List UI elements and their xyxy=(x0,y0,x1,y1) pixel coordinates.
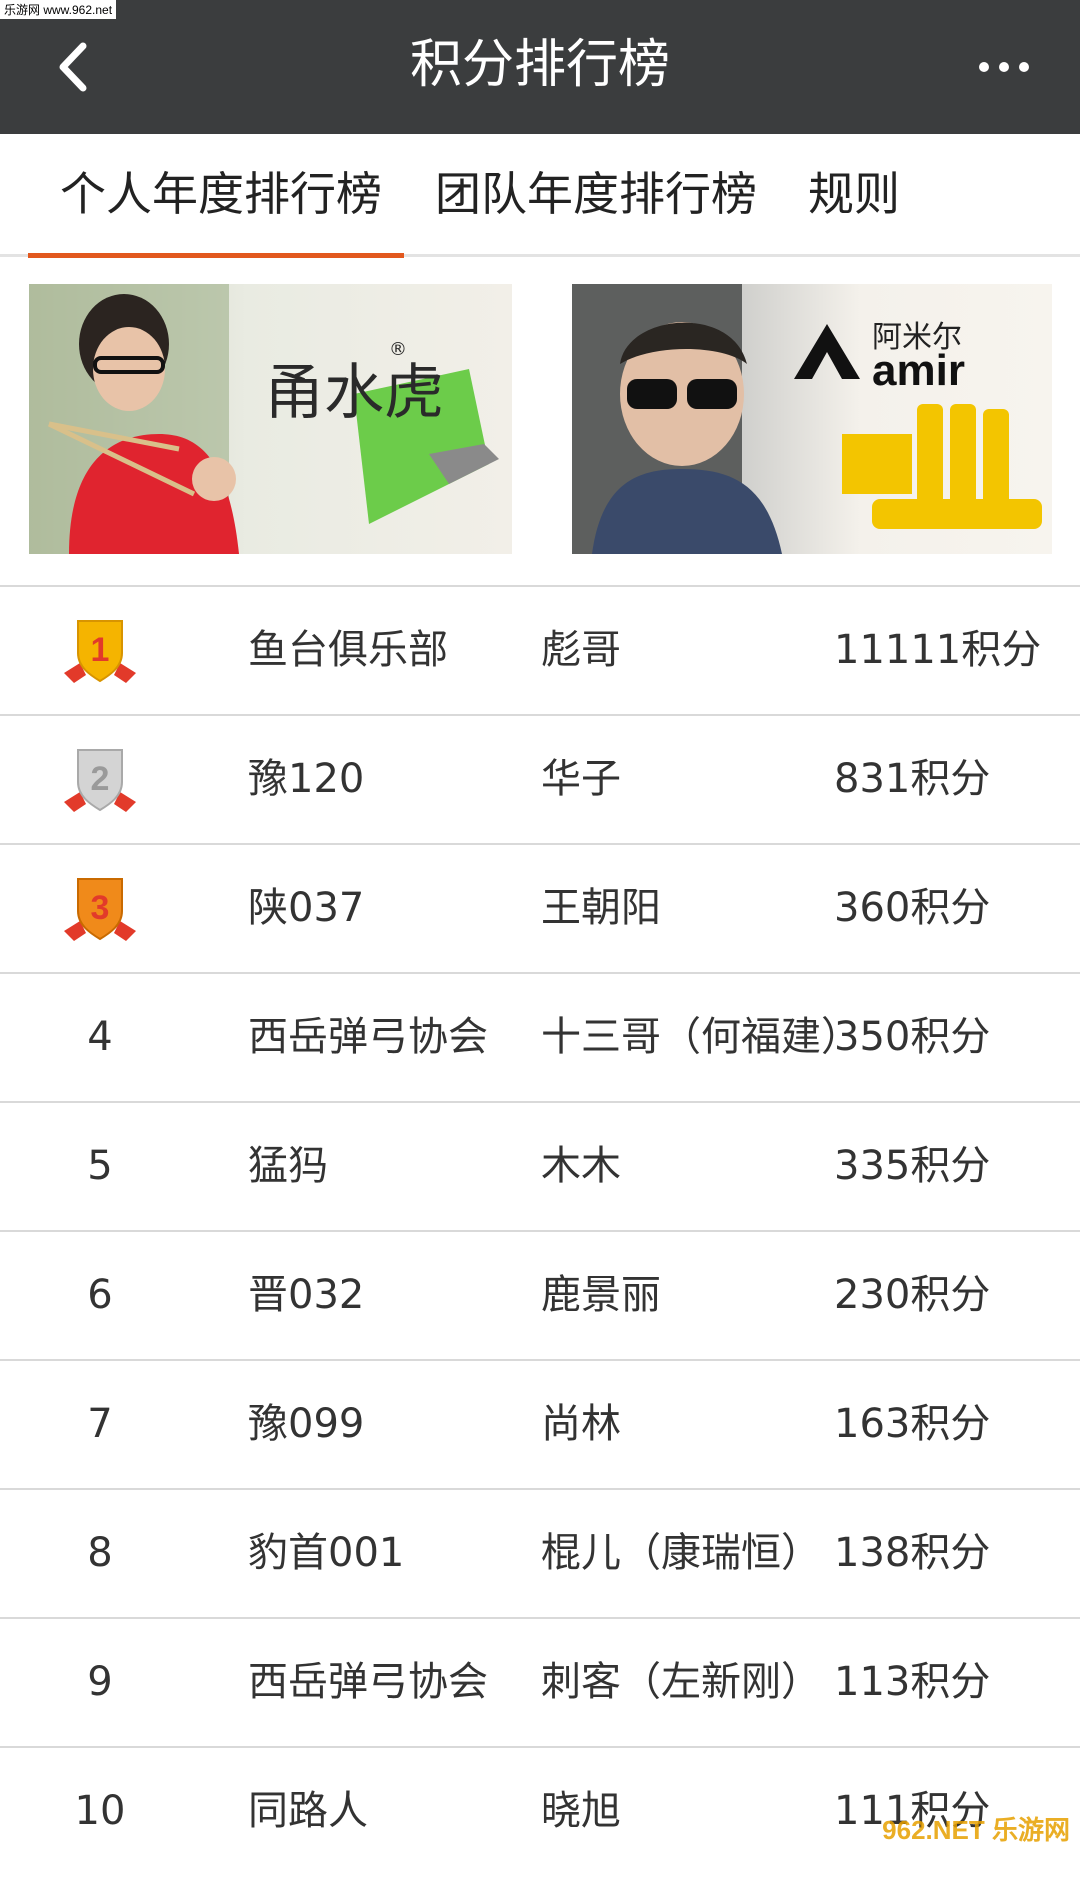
sponsor-banner-2[interactable]: 阿米尔 amir xyxy=(572,284,1052,554)
rank-number: 7 xyxy=(40,1361,160,1490)
tab-team-annual[interactable]: 团队年度排行榜 xyxy=(435,134,757,254)
more-dot xyxy=(999,62,1009,72)
player-score: 350积分 xyxy=(834,974,1074,1103)
player-name: 尚林 xyxy=(541,1361,841,1490)
ranking-row[interactable]: 4 西岳弹弓协会 十三哥（何福建） 350积分 xyxy=(0,972,1080,1101)
gold-medal-icon: 1 xyxy=(60,615,140,687)
club-name: 晋032 xyxy=(248,1232,528,1361)
rank-number: 10 xyxy=(40,1748,160,1877)
tab-bar: 个人年度排行榜 团队年度排行榜 规则 xyxy=(0,134,1080,257)
ranking-row[interactable]: 5 猛犸 木木 335积分 xyxy=(0,1101,1080,1230)
rank-number: 4 xyxy=(40,974,160,1103)
player-name: 彪哥 xyxy=(541,587,841,716)
player-score: 163积分 xyxy=(834,1361,1074,1490)
registered-mark: ® xyxy=(389,339,407,360)
watermark-bottom: 962.NET 乐游网 xyxy=(882,1810,1070,1847)
player-score: 11111积分 xyxy=(834,587,1074,716)
club-name: 豫120 xyxy=(248,716,528,845)
ranking-row[interactable]: 1 鱼台俱乐部 彪哥 11111积分 xyxy=(0,585,1080,714)
ranking-row[interactable]: 3 陕037 王朝阳 360积分 xyxy=(0,843,1080,972)
player-score: 113积分 xyxy=(834,1619,1074,1748)
player-name: 华子 xyxy=(541,716,841,845)
silver-medal-icon: 2 xyxy=(60,744,140,816)
club-name: 鱼台俱乐部 xyxy=(248,587,528,716)
ranking-row[interactable]: 9 西岳弹弓协会 刺客（左新刚） 113积分 xyxy=(0,1617,1080,1746)
club-name: 陕037 xyxy=(248,845,528,974)
title-bar: 积分排行榜 xyxy=(0,0,1080,134)
player-score: 831积分 xyxy=(834,716,1074,845)
player-name: 十三哥（何福建） xyxy=(541,974,841,1103)
tab-rules[interactable]: 规则 xyxy=(808,134,900,254)
ranking-list: 1 鱼台俱乐部 彪哥 11111积分 2 豫120 华子 831积分 3 陕03… xyxy=(0,585,1080,1875)
ranking-row[interactable]: 6 晋032 鹿景丽 230积分 xyxy=(0,1230,1080,1359)
club-name: 西岳弹弓协会 xyxy=(248,1619,528,1748)
player-score: 230积分 xyxy=(834,1232,1074,1361)
player-name: 王朝阳 xyxy=(541,845,841,974)
ranking-row[interactable]: 2 豫120 华子 831积分 xyxy=(0,714,1080,843)
ranking-row[interactable]: 7 豫099 尚林 163积分 xyxy=(0,1359,1080,1488)
medal-number: 1 xyxy=(91,631,110,669)
sponsor-banner-1[interactable]: 甬水虎 ® xyxy=(29,284,512,554)
page-title: 积分排行榜 xyxy=(0,30,1080,100)
player-name: 晓旭 xyxy=(541,1748,841,1877)
banner-brand-calligraphy: 甬水虎 xyxy=(264,344,444,431)
club-name: 豫099 xyxy=(248,1361,528,1490)
medal-number: 3 xyxy=(91,889,110,927)
club-name: 西岳弹弓协会 xyxy=(248,974,528,1103)
club-name: 豹首001 xyxy=(248,1490,528,1619)
rank-number: 6 xyxy=(40,1232,160,1361)
player-score: 138积分 xyxy=(834,1490,1074,1619)
rank-number: 5 xyxy=(40,1103,160,1232)
player-score: 360积分 xyxy=(834,845,1074,974)
player-name: 鹿景丽 xyxy=(541,1232,841,1361)
tab-personal-annual[interactable]: 个人年度排行榜 xyxy=(60,134,382,254)
active-tab-indicator xyxy=(28,253,404,258)
club-name: 同路人 xyxy=(248,1748,528,1877)
rank-number: 8 xyxy=(40,1490,160,1619)
rank-number: 9 xyxy=(40,1619,160,1748)
player-score: 335积分 xyxy=(834,1103,1074,1232)
sunglasses-man-photo xyxy=(572,284,1052,554)
watermark-top: 乐游网 www.962.net xyxy=(0,0,116,19)
player-name: 棍儿（康瑞恒） xyxy=(541,1490,841,1619)
more-menu-button[interactable] xyxy=(964,45,1044,89)
ranking-row[interactable]: 8 豹首001 棍儿（康瑞恒） 138积分 xyxy=(0,1488,1080,1617)
club-name: 猛犸 xyxy=(248,1103,528,1232)
banner-brand-en: amir xyxy=(872,346,965,396)
player-name: 木木 xyxy=(541,1103,841,1232)
bronze-medal-icon: 3 xyxy=(60,873,140,945)
player-name: 刺客（左新刚） xyxy=(541,1619,841,1748)
medal-number: 2 xyxy=(91,760,110,798)
more-dot xyxy=(1019,62,1029,72)
more-dots-icon xyxy=(979,62,989,72)
